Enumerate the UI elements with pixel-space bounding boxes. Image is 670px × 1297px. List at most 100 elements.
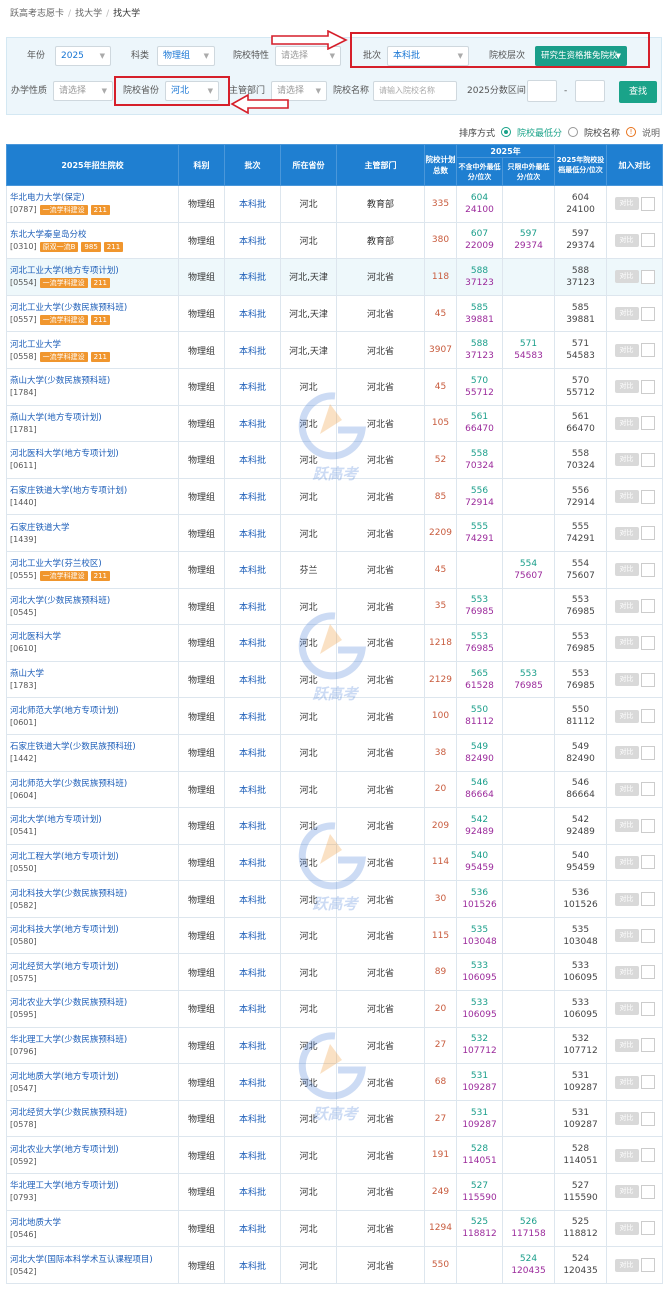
- compare-checkbox[interactable]: [640, 745, 655, 760]
- compare-checkbox[interactable]: [640, 233, 655, 248]
- school-name-link[interactable]: 石家庄铁道大学(少数民族预科班): [10, 741, 178, 753]
- compare-checkbox[interactable]: [640, 635, 655, 650]
- search-button[interactable]: 查找: [619, 81, 657, 103]
- school-name-link[interactable]: 华北理工大学(少数民族预科班): [10, 1034, 178, 1046]
- compare-checkbox[interactable]: [640, 306, 655, 321]
- school-name-link[interactable]: 燕山大学: [10, 668, 178, 680]
- school-name-link[interactable]: 河北科技大学(地方专项计划): [10, 924, 178, 936]
- compare-checkbox[interactable]: [640, 782, 655, 797]
- school-name-link[interactable]: 河北地质大学: [10, 1217, 178, 1229]
- school-name-link[interactable]: 华北电力大学(保定): [10, 192, 178, 204]
- compare-checkbox[interactable]: [640, 1038, 655, 1053]
- info-icon[interactable]: !: [625, 127, 636, 137]
- compare-checkbox[interactable]: [640, 965, 655, 980]
- compare-checkbox[interactable]: [640, 1258, 655, 1273]
- compare-checkbox[interactable]: [640, 672, 655, 687]
- compare-button[interactable]: 对比: [614, 892, 639, 906]
- compare-button[interactable]: 对比: [614, 1185, 639, 1199]
- compare-checkbox[interactable]: [640, 1075, 655, 1090]
- compare-button[interactable]: 对比: [614, 1002, 639, 1016]
- compare-button[interactable]: 对比: [614, 1148, 639, 1162]
- compare-button[interactable]: 对比: [614, 1112, 639, 1126]
- compare-button[interactable]: 对比: [614, 855, 639, 869]
- score-min-input[interactable]: [527, 80, 557, 102]
- sort-option-name[interactable]: 院校名称: [584, 126, 620, 139]
- compare-button[interactable]: 对比: [614, 343, 639, 357]
- compare-checkbox[interactable]: [640, 892, 655, 907]
- help-link[interactable]: 说明: [642, 126, 660, 139]
- compare-button[interactable]: 对比: [614, 416, 639, 430]
- sort-option-min-score[interactable]: 院校最低分: [517, 126, 562, 139]
- compare-button[interactable]: 对比: [614, 782, 639, 796]
- compare-button[interactable]: 对比: [614, 929, 639, 943]
- school-name-link[interactable]: 石家庄铁道大学(地方专项计划): [10, 485, 178, 497]
- compare-button[interactable]: 对比: [614, 965, 639, 979]
- school-name-link[interactable]: 河北工业大学(少数民族预科班): [10, 302, 178, 314]
- compare-button[interactable]: 对比: [614, 1075, 639, 1089]
- compare-checkbox[interactable]: [640, 1111, 655, 1126]
- compare-button[interactable]: 对比: [614, 307, 639, 321]
- compare-checkbox[interactable]: [640, 489, 655, 504]
- compare-button[interactable]: 对比: [614, 563, 639, 577]
- compare-checkbox[interactable]: [640, 379, 655, 394]
- compare-checkbox[interactable]: [640, 599, 655, 614]
- school-name-link[interactable]: 河北农业大学(少数民族预科班): [10, 997, 178, 1009]
- score-max-input[interactable]: [575, 80, 605, 102]
- compare-checkbox[interactable]: [640, 1221, 655, 1236]
- compare-button[interactable]: 对比: [614, 746, 639, 760]
- compare-button[interactable]: 对比: [614, 1258, 639, 1272]
- compare-button[interactable]: 对比: [614, 490, 639, 504]
- school-name-link[interactable]: 河北经贸大学(少数民族预科班): [10, 1107, 178, 1119]
- school-name-link[interactable]: 河北农业大学(地方专项计划): [10, 1144, 178, 1156]
- compare-checkbox[interactable]: [640, 196, 655, 211]
- school-name-input[interactable]: 请输入院校名称: [373, 81, 457, 101]
- school-name-link[interactable]: 河北地质大学(地方专项计划): [10, 1071, 178, 1083]
- school-name-link[interactable]: 河北科技大学(少数民族预科班): [10, 888, 178, 900]
- compare-button[interactable]: 对比: [614, 819, 639, 833]
- school-name-link[interactable]: 河北工程大学(地方专项计划): [10, 851, 178, 863]
- year-select[interactable]: 2025 ▼: [55, 46, 111, 66]
- compare-checkbox[interactable]: [640, 818, 655, 833]
- compare-checkbox[interactable]: [640, 1148, 655, 1163]
- school-name-link[interactable]: 河北工业大学(地方专项计划): [10, 265, 178, 277]
- compare-button[interactable]: 对比: [614, 1038, 639, 1052]
- compare-button[interactable]: 对比: [614, 233, 639, 247]
- compare-checkbox[interactable]: [640, 709, 655, 724]
- compare-button[interactable]: 对比: [614, 709, 639, 723]
- compare-checkbox[interactable]: [640, 526, 655, 541]
- school-name-link[interactable]: 河北师范大学(地方专项计划): [10, 705, 178, 717]
- compare-button[interactable]: 对比: [614, 673, 639, 687]
- compare-checkbox[interactable]: [640, 343, 655, 358]
- compare-checkbox[interactable]: [640, 269, 655, 284]
- compare-checkbox[interactable]: [640, 1184, 655, 1199]
- compare-button[interactable]: 对比: [614, 453, 639, 467]
- compare-button[interactable]: 对比: [614, 599, 639, 613]
- school-name-link[interactable]: 河北医科大学: [10, 631, 178, 643]
- school-name-link[interactable]: 河北大学(少数民族预科班): [10, 595, 178, 607]
- compare-checkbox[interactable]: [640, 416, 655, 431]
- school-name-link[interactable]: 华北理工大学(地方专项计划): [10, 1180, 178, 1192]
- school-name-link[interactable]: 燕山大学(地方专项计划): [10, 412, 178, 424]
- sort-by-name-radio[interactable]: [567, 127, 578, 137]
- school-name-link[interactable]: 河北师范大学(少数民族预科班): [10, 778, 178, 790]
- school-name-link[interactable]: 河北大学(国际本科学术互认课程项目): [10, 1254, 178, 1266]
- school-name-link[interactable]: 河北经贸大学(地方专项计划): [10, 961, 178, 973]
- school-name-link[interactable]: 东北大学秦皇岛分校: [10, 229, 178, 241]
- compare-button[interactable]: 对比: [614, 380, 639, 394]
- school-name-link[interactable]: 石家庄铁道大学: [10, 522, 178, 534]
- school-name-link[interactable]: 燕山大学(少数民族预科班): [10, 375, 178, 387]
- compare-checkbox[interactable]: [640, 562, 655, 577]
- compare-checkbox[interactable]: [640, 928, 655, 943]
- compare-button[interactable]: 对比: [614, 636, 639, 650]
- school-name-link[interactable]: 河北大学(地方专项计划): [10, 814, 178, 826]
- sort-by-min-score-radio[interactable]: [500, 127, 511, 137]
- school-name-link[interactable]: 河北医科大学(地方专项计划): [10, 448, 178, 460]
- compare-checkbox[interactable]: [640, 855, 655, 870]
- subject-select[interactable]: 物理组 ▼: [157, 46, 215, 66]
- compare-checkbox[interactable]: [640, 452, 655, 467]
- compare-button[interactable]: 对比: [614, 526, 639, 540]
- breadcrumb-find[interactable]: 找大学: [75, 9, 102, 19]
- breadcrumb-home[interactable]: 跃高考志愿卡: [10, 9, 64, 19]
- compare-button[interactable]: 对比: [614, 270, 639, 284]
- compare-checkbox[interactable]: [640, 1001, 655, 1016]
